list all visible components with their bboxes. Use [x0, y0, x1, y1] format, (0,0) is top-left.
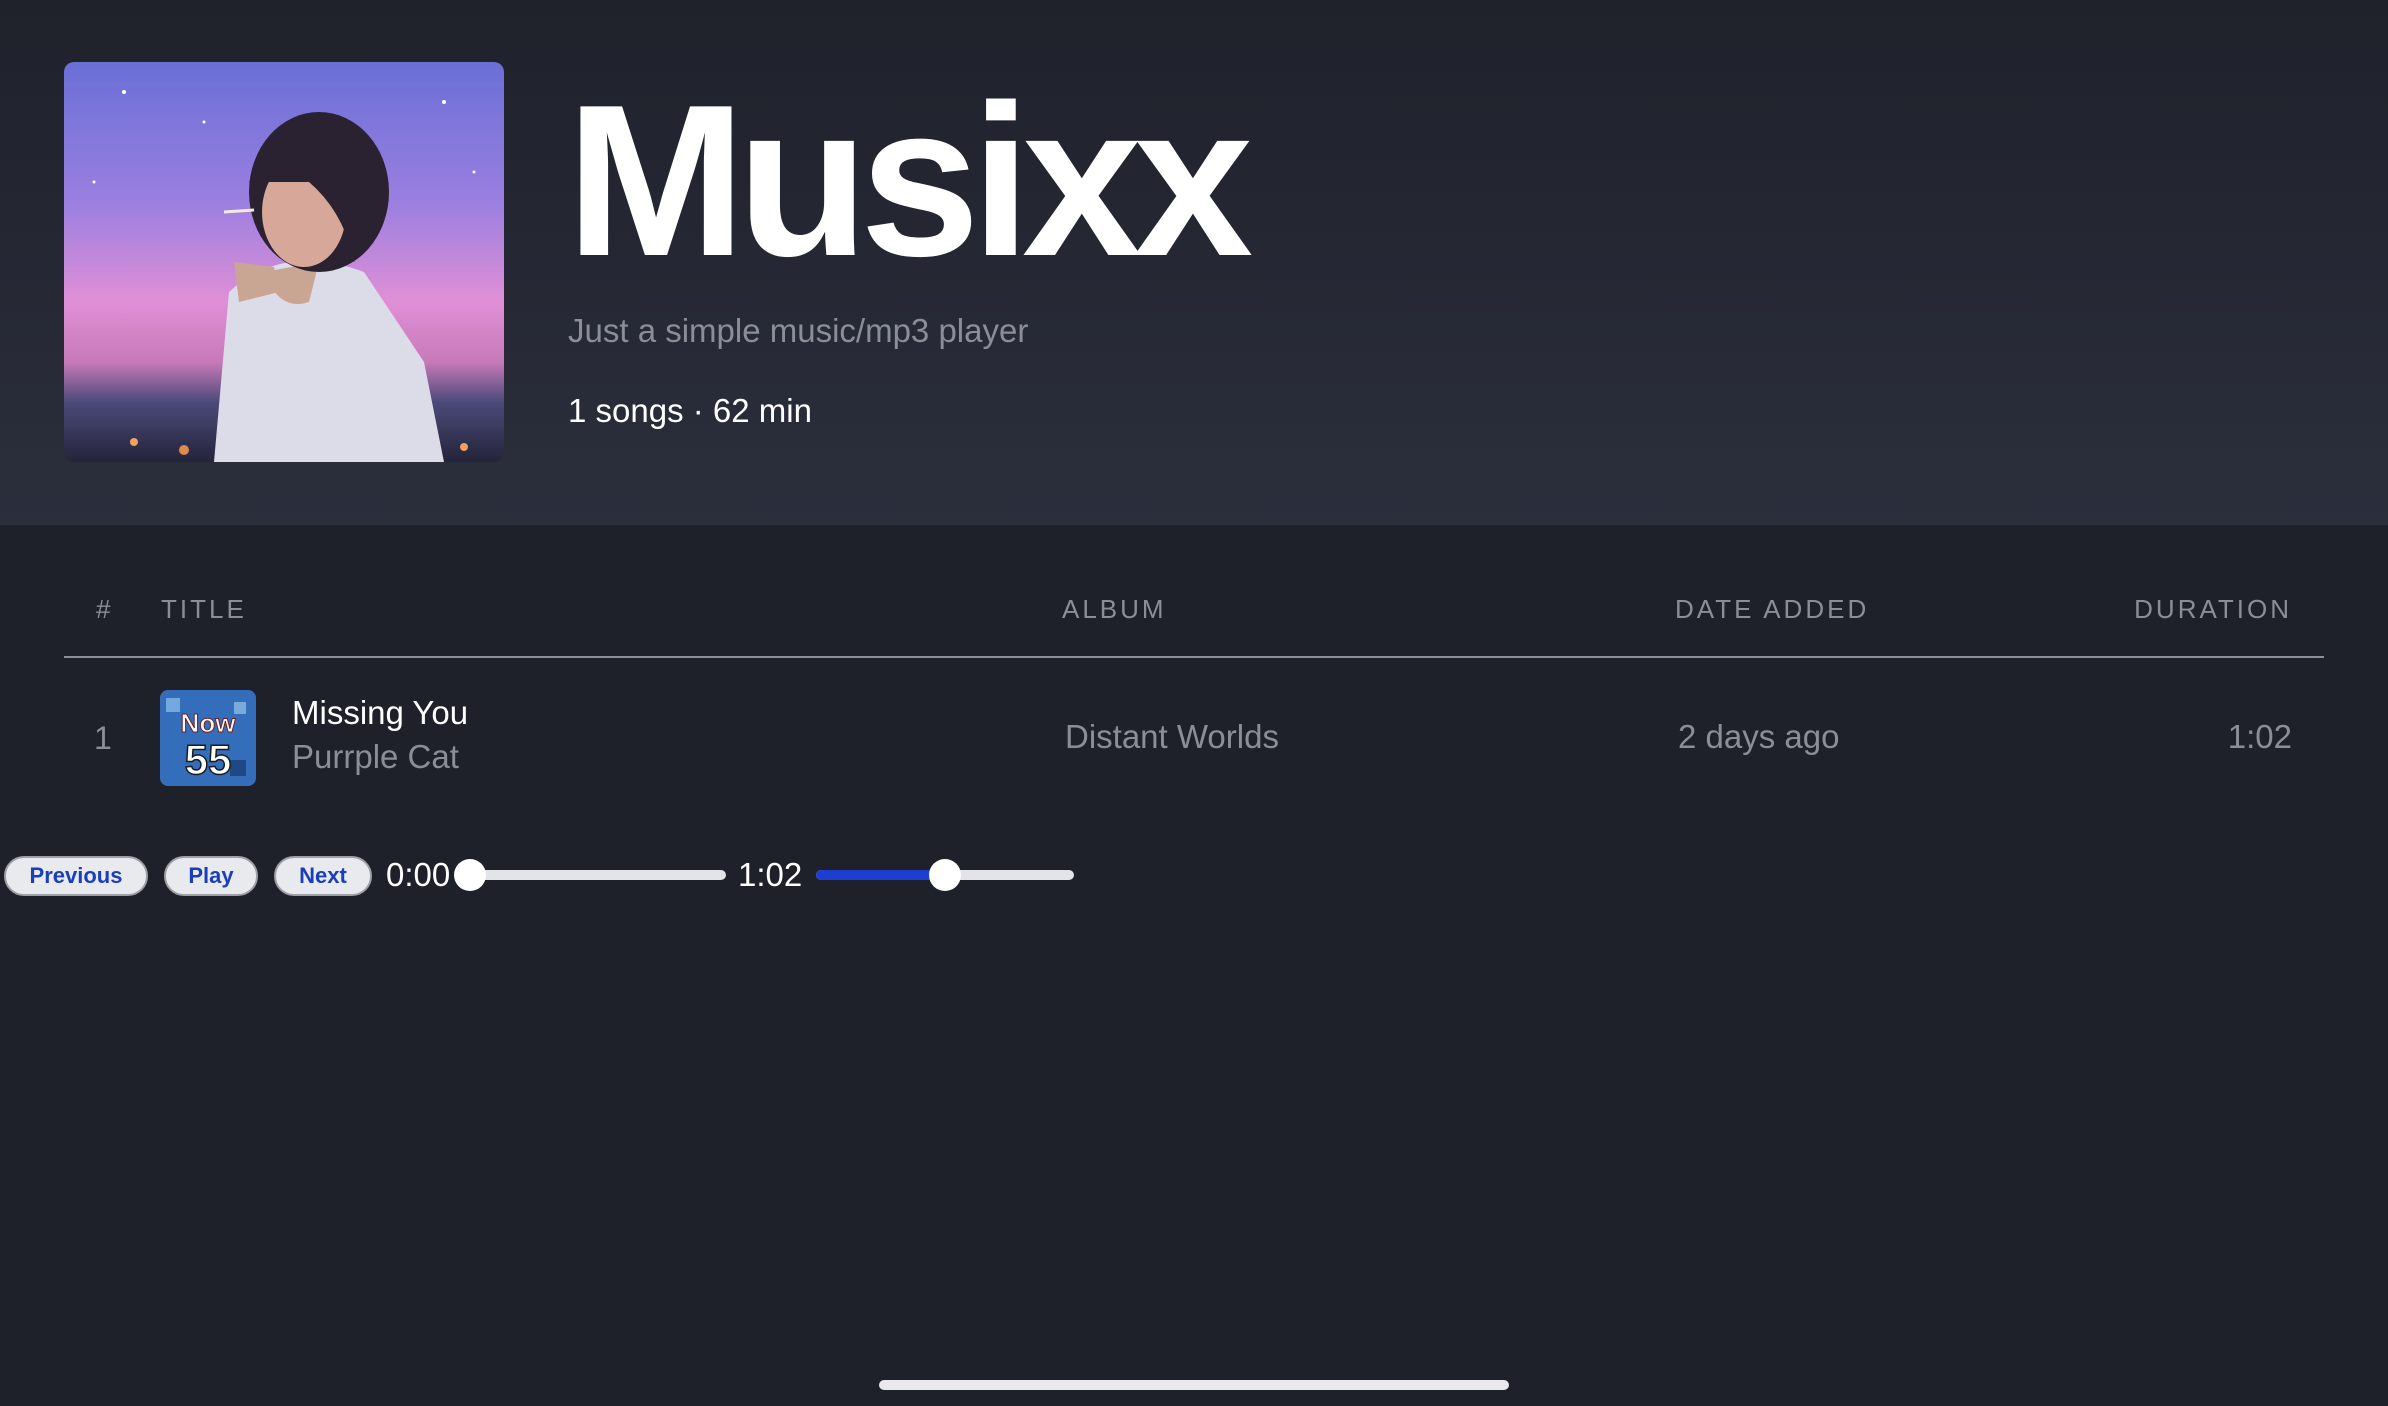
column-date-added: DATE ADDED [1675, 594, 1870, 624]
column-title: TITLE [161, 594, 247, 624]
player-controls: Previous Play Next 0:00 1:02 [0, 850, 1100, 906]
playlist-meta: 1 songs · 62 min [568, 392, 812, 429]
track-duration: 1:02 [2227, 718, 2292, 755]
playlist-header: Musixx Just a simple music/mp3 player 1 … [0, 0, 2388, 525]
play-button[interactable]: Play [164, 856, 258, 896]
app-title: Musixx [566, 59, 1253, 301]
track-table-header: # TITLE ALBUM DATE ADDED DURATION [64, 586, 2324, 658]
track-number: 1 [94, 720, 112, 756]
track-artist: Purrple Cat [292, 738, 459, 775]
playlist-subtitle: Just a simple music/mp3 player [568, 312, 1029, 349]
volume-slider[interactable] [816, 859, 1074, 891]
column-album: ALBUM [1062, 594, 1167, 624]
album-art-number-text: 55 [185, 736, 232, 783]
home-indicator [879, 1380, 1509, 1390]
total-time: 1:02 [738, 856, 803, 893]
track-date-added: 2 days ago [1678, 718, 1840, 755]
app-root: Musixx Just a simple music/mp3 player 1 … [0, 0, 2388, 1406]
progress-handle[interactable] [454, 859, 486, 891]
previous-button[interactable]: Previous [4, 856, 148, 896]
track-row[interactable]: 1 Now 55 Missing You Purrple Cat Distant… [64, 688, 2324, 788]
current-time: 0:00 [386, 856, 451, 893]
volume-fill [816, 870, 945, 880]
track-title: Missing You [292, 694, 469, 731]
track-album-art: Now 55 [160, 690, 256, 786]
volume-handle[interactable] [929, 859, 961, 891]
progress-slider[interactable] [454, 859, 726, 891]
column-duration: DURATION [2134, 594, 2292, 624]
track-album: Distant Worlds [1065, 718, 1279, 755]
playlist-cover-image [64, 62, 504, 462]
column-number: # [96, 594, 114, 624]
next-button[interactable]: Next [274, 856, 372, 896]
album-art-now-text: Now [181, 708, 237, 738]
